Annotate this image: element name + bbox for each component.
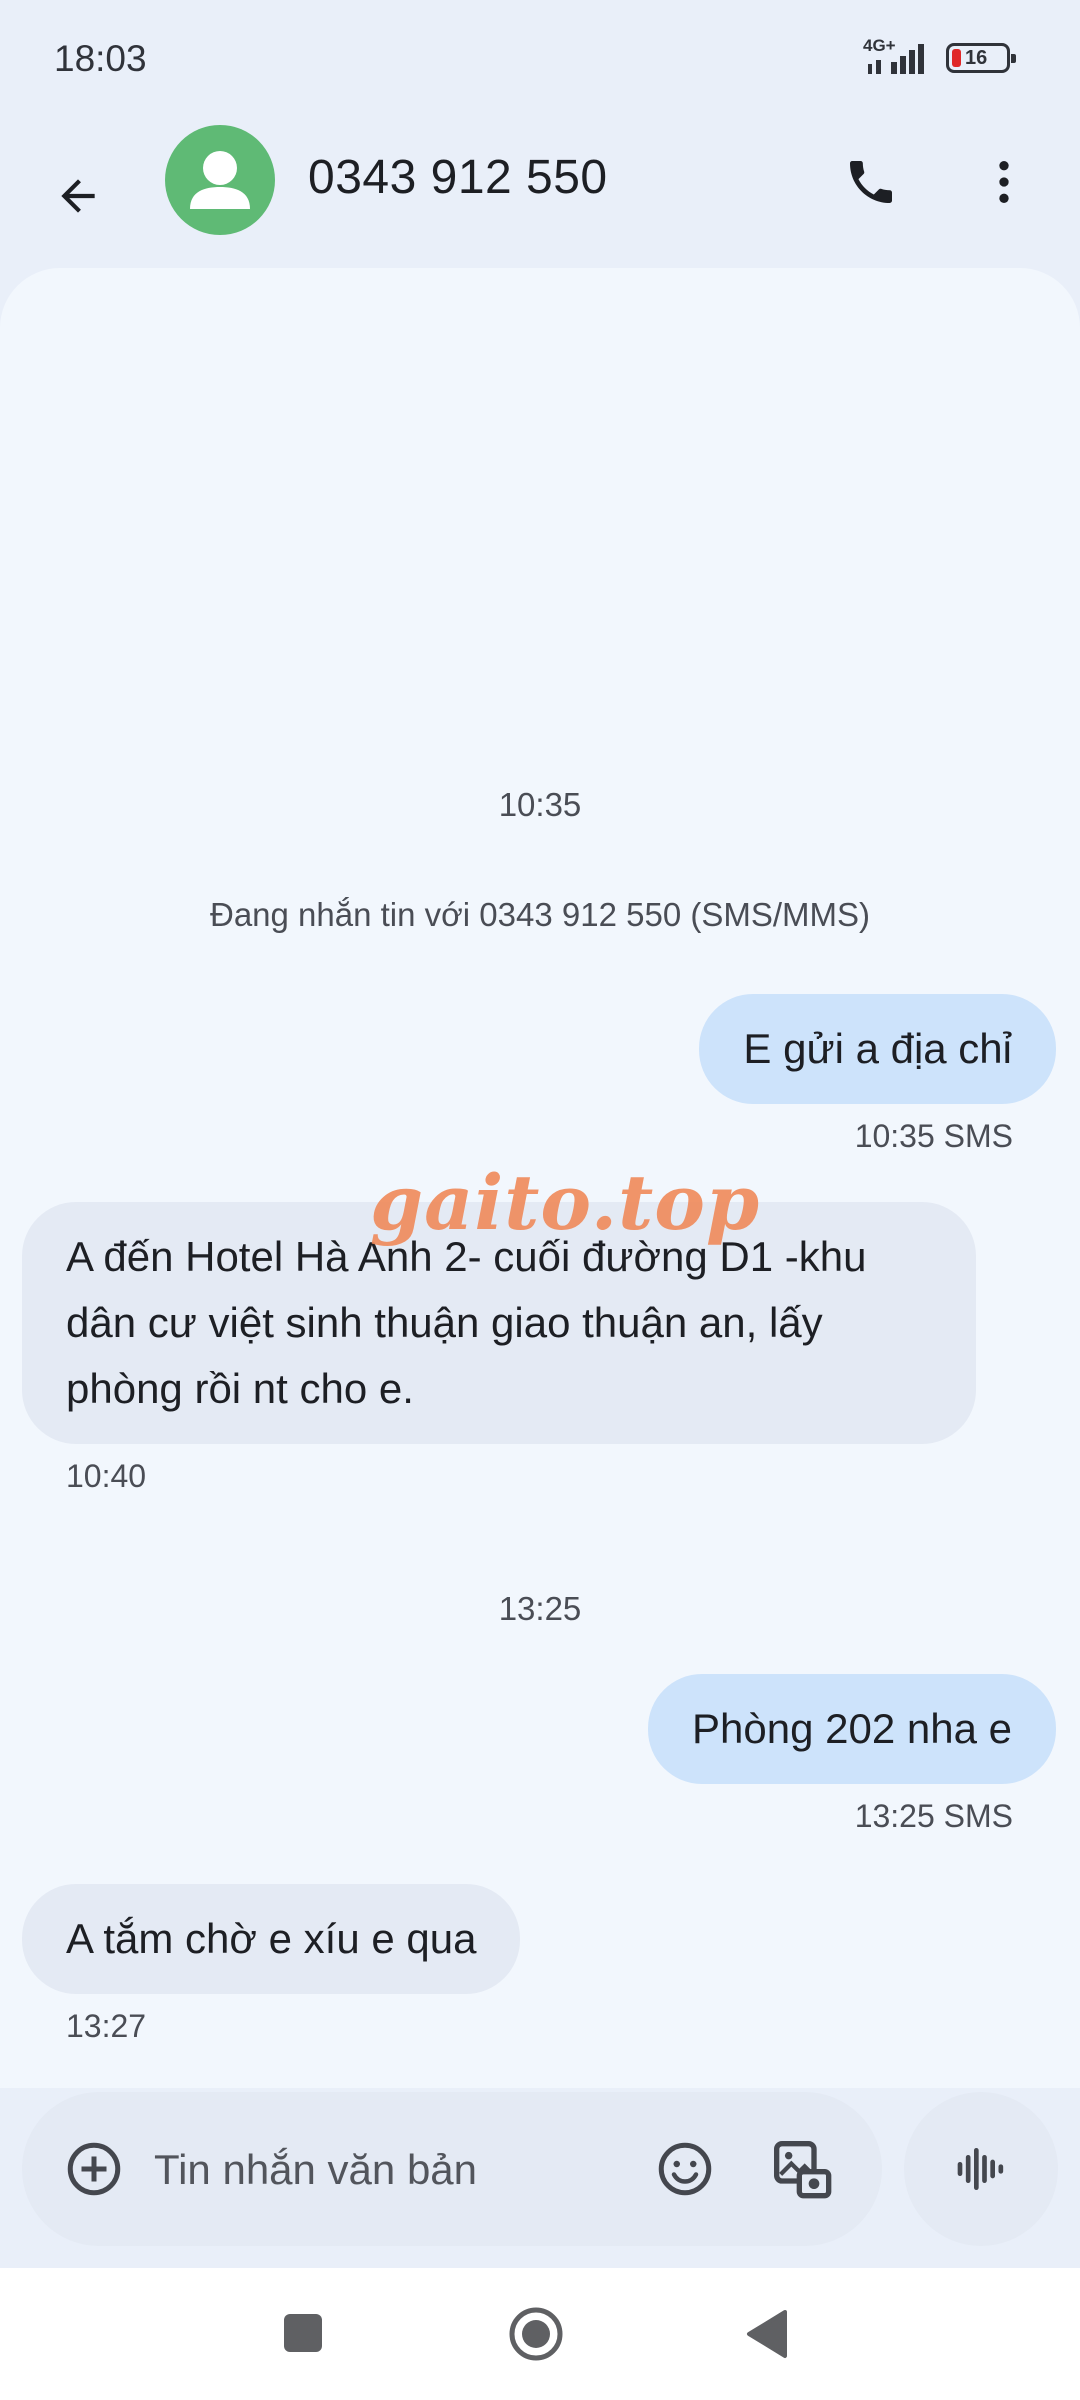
watermark: gaito.top <box>370 1158 761 1247</box>
more-options-button[interactable] <box>968 146 1040 218</box>
phone-icon <box>850 161 892 203</box>
message-input[interactable] <box>152 2132 636 2208</box>
time-divider: 13:25 <box>498 1590 582 1627</box>
message-bubble-outgoing[interactable]: Phòng 202 nha e <box>648 1674 1056 1784</box>
battery-cap <box>1011 54 1016 63</box>
battery-icon: 16 <box>946 43 1016 73</box>
conversation-info: Đang nhắn tin với 0343 912 550 (SMS/MMS) <box>210 896 870 933</box>
message-composer <box>22 2092 882 2246</box>
attach-button[interactable] <box>56 2131 132 2207</box>
battery-level <box>952 49 961 67</box>
message-meta: 10:40 <box>66 1458 147 1494</box>
emoji-button[interactable] <box>647 2131 723 2207</box>
call-button[interactable] <box>835 146 907 218</box>
message-meta: 10:35 SMS <box>854 1118 1013 1154</box>
battery-percent: 16 <box>965 47 988 69</box>
gallery-icon <box>774 2141 832 2199</box>
triangle-back-icon[interactable] <box>745 2308 789 2360</box>
voice-message-button[interactable] <box>904 2092 1058 2246</box>
add-circle-icon <box>67 2142 121 2196</box>
app-bar: 0343 912 550 <box>0 120 1080 270</box>
contact-title[interactable]: 0343 912 550 <box>308 150 608 205</box>
message-meta: 13:25 SMS <box>854 1798 1013 1834</box>
status-time: 18:03 <box>54 38 147 79</box>
status-icons: 4G+ 16 <box>863 36 1016 76</box>
person-icon <box>190 151 250 209</box>
time-divider: 10:35 <box>498 786 582 823</box>
voice-wave-icon <box>957 2148 1004 2190</box>
navigation-bar <box>0 2268 1080 2400</box>
circle-icon[interactable] <box>508 2306 564 2362</box>
more-vert-icon <box>999 161 1009 203</box>
message-meta: 13:27 <box>66 2008 147 2044</box>
arrow-left-icon <box>61 179 95 213</box>
media-button[interactable] <box>762 2129 842 2209</box>
status-bar: 18:03 4G+ 16 <box>0 0 1080 120</box>
message-bubble-incoming[interactable]: A tắm chờ e xíu e qua <box>22 1884 521 1994</box>
avatar[interactable] <box>165 125 275 235</box>
signal-icon: 4G+ <box>863 36 932 76</box>
message-bubble-outgoing[interactable]: E gửi a địa chỉ <box>699 994 1056 1104</box>
emoji-icon <box>658 2142 712 2196</box>
square-icon[interactable] <box>284 2314 322 2352</box>
back-button[interactable] <box>38 156 118 236</box>
